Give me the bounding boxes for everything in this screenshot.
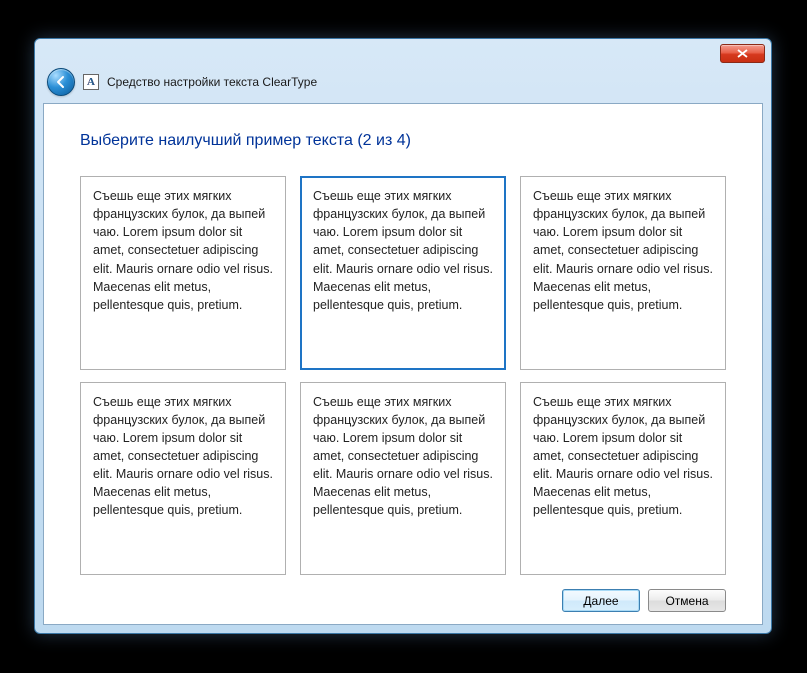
client-area: Выберите наилучший пример текста (2 из 4… [43, 103, 763, 625]
header-bar: A Средство настройки текста ClearType [35, 67, 771, 103]
next-button[interactable]: Далее [562, 589, 640, 612]
page-heading: Выберите наилучший пример текста (2 из 4… [80, 132, 726, 150]
close-icon [737, 49, 748, 58]
cleartype-app-icon: A [83, 74, 99, 90]
back-button[interactable] [47, 68, 75, 96]
text-sample-6[interactable]: Съешь еще этих мягких французских булок,… [520, 382, 726, 576]
button-row: Далее Отмена [80, 575, 726, 612]
close-button[interactable] [720, 44, 765, 63]
text-sample-3[interactable]: Съешь еще этих мягких французских булок,… [520, 176, 726, 370]
titlebar [35, 39, 771, 67]
text-sample-5[interactable]: Съешь еще этих мягких французских булок,… [300, 382, 506, 576]
cancel-button[interactable]: Отмена [648, 589, 726, 612]
sample-grid: Съешь еще этих мягких французских булок,… [80, 176, 726, 575]
arrow-left-icon [54, 75, 68, 89]
text-sample-4[interactable]: Съешь еще этих мягких французских булок,… [80, 382, 286, 576]
text-sample-2[interactable]: Съешь еще этих мягких французских булок,… [300, 176, 506, 370]
cleartype-wizard-window: A Средство настройки текста ClearType Вы… [34, 38, 772, 634]
window-title: Средство настройки текста ClearType [107, 75, 317, 89]
text-sample-1[interactable]: Съешь еще этих мягких французских булок,… [80, 176, 286, 370]
